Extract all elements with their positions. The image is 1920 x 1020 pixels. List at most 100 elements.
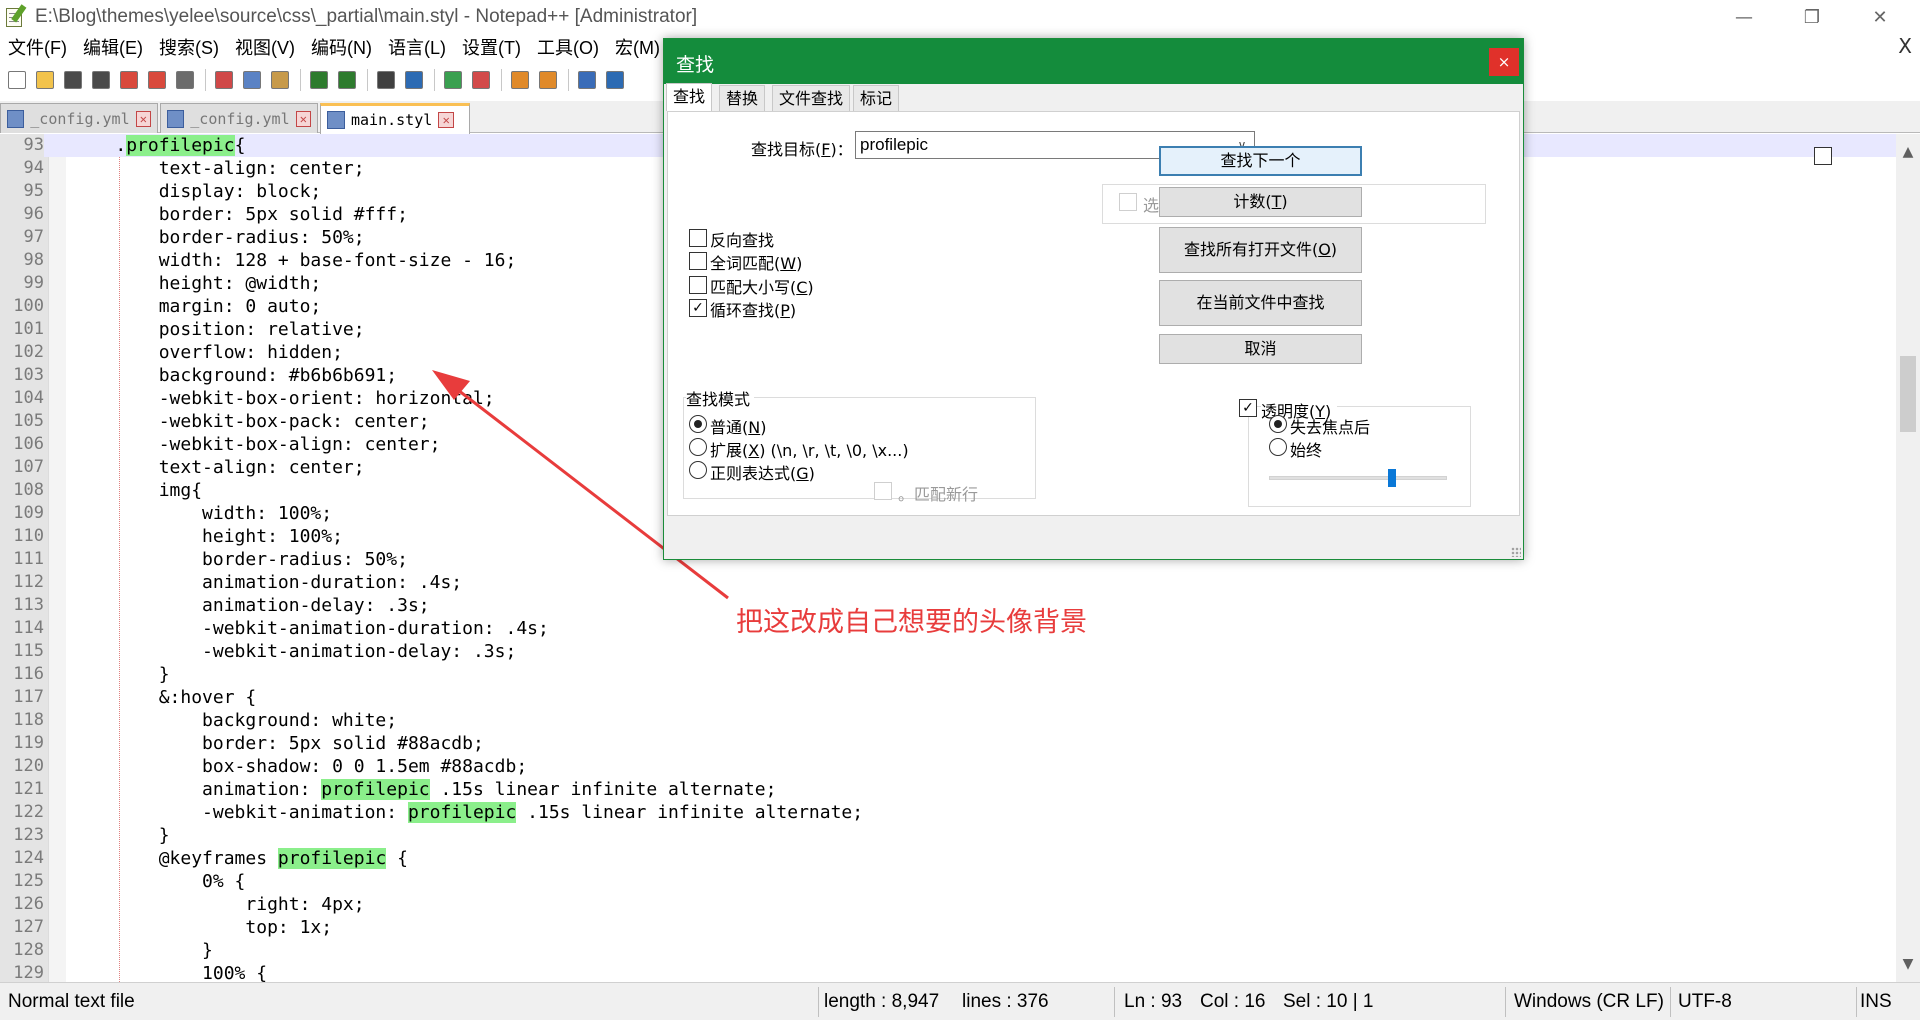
count-button[interactable]: 计数(T) — [1159, 187, 1362, 217]
find-dialog-close-button[interactable]: × — [1489, 48, 1519, 76]
code-line[interactable]: 121 animation: profilepic .15s linear in… — [0, 778, 1896, 801]
find-button[interactable] — [373, 67, 399, 93]
line-number: 110 — [13, 526, 44, 546]
minimize-button[interactable]: — — [1712, 0, 1776, 34]
document-tab-label: _config.yml — [190, 109, 290, 128]
option-checkbox[interactable]: ✓ — [689, 299, 707, 317]
line-number: 128 — [13, 940, 44, 960]
document-tab[interactable]: _config.yml ✕ — [0, 103, 158, 133]
menu-item[interactable]: 设置(T) — [454, 34, 529, 62]
code-text: text-align: center; — [72, 457, 365, 478]
save-button[interactable] — [60, 67, 86, 93]
code-line[interactable]: 128 } — [0, 939, 1896, 962]
resize-grip-icon[interactable] — [1511, 547, 1521, 557]
notepad-plus-plus-app-icon[interactable] — [5, 4, 27, 28]
show-all-chars-button[interactable] — [602, 67, 628, 93]
option-checkbox[interactable] — [689, 252, 707, 270]
sync-vertical-button[interactable] — [507, 67, 533, 93]
menu-item[interactable]: 工具(O) — [529, 34, 607, 62]
tab-find-in-files[interactable]: 文件查找 — [772, 85, 851, 111]
menu-item[interactable]: 编辑(E) — [75, 34, 151, 62]
code-line[interactable]: 124 @keyframes profilepic { — [0, 847, 1896, 870]
search-mode-radio[interactable] — [689, 438, 707, 456]
code-text: border: 5px solid #88acdb; — [72, 733, 484, 754]
cancel-button[interactable]: 取消 — [1159, 334, 1362, 364]
scroll-up-arrow-icon[interactable]: ▲ — [1896, 140, 1920, 164]
code-text: } — [72, 825, 170, 846]
find-next-extra-checkbox[interactable] — [1814, 147, 1832, 165]
copy-button[interactable] — [239, 67, 265, 93]
cut-button[interactable] — [211, 67, 237, 93]
find-dialog-body: 查找目标(F)： profilepic ∨ 查找下一个 选取范围内(I) 计数(… — [667, 111, 1832, 516]
code-line[interactable]: 118 background: white; — [0, 709, 1896, 732]
tab-close-icon[interactable]: ✕ — [295, 110, 311, 127]
code-line[interactable]: 116 } — [0, 663, 1896, 686]
scrollbar-thumb[interactable] — [1900, 356, 1916, 432]
restore-button[interactable]: ❐ — [1780, 0, 1844, 34]
menu-item[interactable]: 搜索(S) — [151, 34, 227, 62]
code-line[interactable]: 122 -webkit-animation: profilepic .15s l… — [0, 801, 1896, 824]
zoom-out-button[interactable] — [468, 67, 494, 93]
option-checkbox[interactable] — [689, 229, 707, 247]
menu-item[interactable]: 文件(F) — [0, 34, 75, 62]
document-tab[interactable]: _config.yml ✕ — [160, 103, 318, 133]
replace-button[interactable] — [401, 67, 427, 93]
word-wrap-button[interactable] — [574, 67, 600, 93]
find-all-open-files-button[interactable]: 查找所有打开文件(O) — [1159, 227, 1362, 273]
close-window-button[interactable]: ✕ — [1848, 0, 1912, 34]
menu-item[interactable]: 语言(L) — [380, 34, 454, 62]
line-number: 124 — [13, 848, 44, 868]
open-file-button[interactable] — [32, 67, 58, 93]
close-file-button[interactable] — [116, 67, 142, 93]
match-newline-checkbox[interactable] — [874, 482, 892, 500]
scroll-down-arrow-icon[interactable]: ▼ — [1896, 952, 1920, 976]
close-all-button[interactable] — [144, 67, 170, 93]
code-line[interactable]: 127 top: 1x; — [0, 916, 1896, 939]
tab-close-icon[interactable]: ✕ — [438, 112, 455, 128]
menu-item[interactable]: 宏(M) — [607, 34, 668, 62]
transparency-checkbox[interactable]: ✓ — [1239, 399, 1257, 417]
status-encoding[interactable]: UTF-8 — [1678, 983, 1732, 1020]
save-all-button[interactable] — [88, 67, 114, 93]
code-line[interactable]: 123 } — [0, 824, 1896, 847]
menu-close-document-button[interactable]: X — [1898, 34, 1912, 58]
search-mode-radio[interactable] — [689, 415, 707, 433]
redo-button[interactable] — [334, 67, 360, 93]
code-line[interactable]: 125 0% { — [0, 870, 1896, 893]
transparency-slider-track[interactable] — [1269, 476, 1447, 480]
print-button[interactable] — [172, 67, 198, 93]
status-eol[interactable]: Windows (CR LF) — [1514, 983, 1664, 1020]
find-next-button[interactable]: 查找下一个 — [1159, 146, 1362, 176]
transparency-option-radio[interactable] — [1269, 438, 1287, 456]
tab-replace[interactable]: 替换 — [719, 85, 766, 111]
code-line[interactable]: 115 -webkit-animation-delay: .3s; — [0, 640, 1896, 663]
menu-item[interactable]: 视图(V) — [227, 34, 303, 62]
undo-button[interactable] — [306, 67, 332, 93]
vertical-scrollbar[interactable]: ▲ ▼ — [1896, 134, 1920, 982]
code-line[interactable]: 120 box-shadow: 0 0 1.5em #88acdb; — [0, 755, 1896, 778]
sync-horizontal-button[interactable] — [535, 67, 561, 93]
tab-mark[interactable]: 标记 — [853, 85, 900, 111]
document-tab[interactable]: main.styl ✕ — [320, 103, 470, 134]
option-checkbox[interactable] — [689, 276, 707, 294]
code-line[interactable]: 117 &:hover { — [0, 686, 1896, 709]
code-line[interactable]: 129 100% { — [0, 962, 1896, 982]
zoom-in-button[interactable] — [440, 67, 466, 93]
find-in-current-file-button[interactable]: 在当前文件中查找 — [1159, 280, 1362, 326]
paste-button[interactable] — [267, 67, 293, 93]
transparency-option-radio[interactable] — [1269, 415, 1287, 433]
new-file-button[interactable] — [4, 67, 30, 93]
find-dialog-title-bar[interactable]: 查找 × — [664, 39, 1523, 84]
menu-item[interactable]: 编码(N) — [303, 34, 380, 62]
transparency-slider-thumb[interactable] — [1388, 469, 1396, 487]
code-line[interactable]: 119 border: 5px solid #88acdb; — [0, 732, 1896, 755]
search-mode-label: 普通(N) — [710, 418, 767, 437]
search-mode-radio[interactable] — [689, 461, 707, 479]
code-line[interactable]: 126 right: 4px; — [0, 893, 1896, 916]
status-insert-mode[interactable]: INS — [1860, 983, 1892, 1020]
code-line[interactable]: 112 animation-duration: .4s; — [0, 571, 1896, 594]
in-selection-checkbox[interactable] — [1119, 193, 1137, 211]
tab-close-icon[interactable]: ✕ — [135, 110, 151, 127]
tab-find[interactable]: 查找 — [666, 83, 713, 111]
find-dialog-title: 查找 — [676, 54, 715, 76]
